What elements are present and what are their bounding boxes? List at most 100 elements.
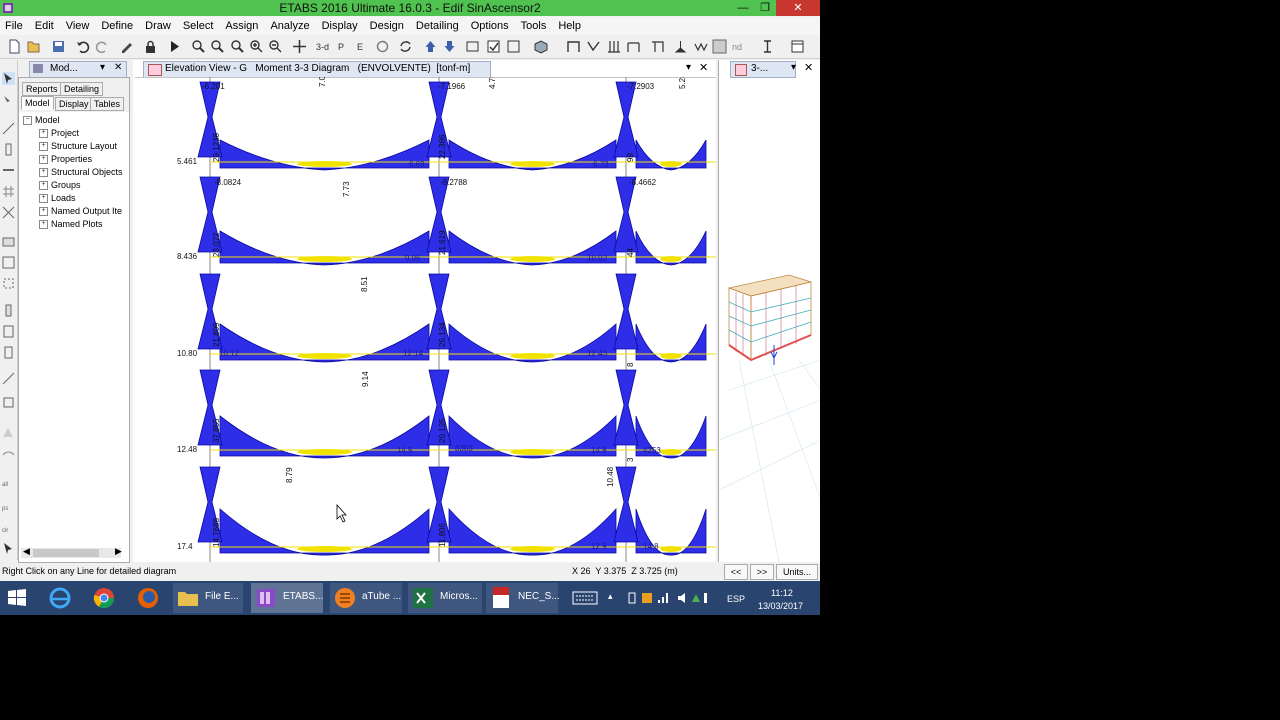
scroll-right-icon[interactable]: ▶ — [115, 546, 122, 557]
undo-icon[interactable] — [75, 39, 90, 54]
lock-icon[interactable] — [143, 39, 158, 54]
pan-icon[interactable] — [292, 39, 307, 54]
draw-wall-stack-icon[interactable] — [2, 325, 15, 338]
elevation-view-tab[interactable]: Elevation View - G Moment 3-3 Diagram (E… — [143, 61, 491, 78]
tree-item-properties[interactable]: + Properties — [23, 153, 123, 166]
menu-draw[interactable]: Draw — [140, 20, 178, 32]
draw-frame-icon[interactable] — [566, 39, 581, 54]
zoom-in-icon[interactable] — [249, 39, 264, 54]
deformed-shape-icon[interactable] — [712, 39, 727, 54]
3d-view-icon[interactable]: 3-d — [316, 39, 331, 54]
menu-options[interactable]: Options — [466, 20, 516, 32]
previous-button[interactable]: << — [724, 564, 748, 580]
close-window-button[interactable]: ✕ — [776, 0, 820, 16]
restore-button[interactable]: ❐ — [754, 0, 776, 16]
menu-analyze[interactable]: Analyze — [265, 20, 316, 32]
menu-display[interactable]: Display — [317, 20, 365, 32]
tab-display[interactable]: Display — [55, 97, 93, 111]
tab-model[interactable]: Model — [21, 96, 54, 110]
3d-view-tab[interactable]: 3-... — [730, 61, 796, 78]
draw-area-icon[interactable] — [2, 256, 15, 269]
units-button[interactable]: Units... — [776, 564, 818, 580]
tab-tables[interactable]: Tables — [90, 97, 125, 111]
zoom-previous-icon[interactable] — [230, 39, 245, 54]
tree-item-structure-layout[interactable]: + Structure Layout — [23, 140, 123, 153]
internet-explorer-button[interactable] — [44, 583, 76, 613]
keyboard-icon[interactable] — [572, 591, 598, 605]
tray-icons[interactable] — [628, 591, 708, 605]
refresh-icon[interactable] — [398, 39, 413, 54]
draw-brace-side-icon[interactable] — [2, 206, 15, 219]
tab-close-icon[interactable]: ✕ — [114, 62, 122, 73]
menu-tools[interactable]: Tools — [516, 20, 554, 32]
nd-toggle-icon[interactable]: nd — [731, 39, 746, 54]
clock-date[interactable]: 13/03/2017 — [758, 601, 803, 611]
save-icon[interactable] — [51, 39, 66, 54]
tree-item-structural-objects[interactable]: + Structural Objects — [23, 166, 123, 179]
tree-horizontal-scrollbar[interactable]: ◀ ▶ — [21, 546, 122, 558]
tree-item-named-plots[interactable]: + Named Plots — [23, 218, 123, 231]
tab-reports[interactable]: Reports — [22, 82, 62, 96]
minimize-button[interactable]: — — [732, 0, 754, 16]
start-button[interactable] — [0, 583, 34, 613]
rotate-icon[interactable] — [375, 39, 390, 54]
expand-icon[interactable]: + — [39, 207, 48, 217]
draw-beam-side-icon[interactable] — [2, 164, 15, 177]
draw-grid-icon[interactable] — [2, 185, 15, 198]
menu-define[interactable]: Define — [96, 20, 140, 32]
model-explorer-tab[interactable]: Mod... ▾ ✕ — [29, 61, 127, 78]
chrome-button[interactable] — [88, 583, 120, 613]
elevation-view-icon[interactable]: E — [356, 39, 371, 54]
menu-select[interactable]: Select — [178, 20, 221, 32]
taskbar-pdf[interactable]: NEC_S... — [486, 583, 560, 613]
draw-wall-side-icon[interactable] — [2, 304, 15, 317]
check-icon[interactable] — [486, 39, 501, 54]
snap-clr-icon[interactable]: clr — [2, 522, 15, 535]
draw-beam-icon[interactable] — [626, 39, 641, 54]
menu-assign[interactable]: Assign — [220, 20, 265, 32]
zoom-extents-icon[interactable] — [210, 39, 225, 54]
reshape-icon[interactable] — [2, 95, 15, 108]
pencil-icon[interactable] — [119, 39, 134, 54]
3d-model-view[interactable] — [718, 60, 820, 563]
3d-view-dropdown-icon[interactable]: ▾ — [791, 62, 796, 73]
tree-item-named-output[interactable]: + Named Output Ite — [23, 205, 123, 218]
draw-opening-icon[interactable] — [2, 277, 15, 290]
show-hidden-icons[interactable]: ▴ — [608, 591, 613, 602]
draw-column-side-icon[interactable] — [2, 143, 15, 156]
moment-diagram-canvas[interactable]: -6.201 7.0 -7.1966 4.753 -7.2903 5.287 5.461 8.… — [135, 77, 716, 562]
next-button[interactable]: >> — [750, 564, 774, 580]
select-pointer-icon[interactable] — [2, 72, 15, 85]
menu-detailing[interactable]: Detailing — [411, 20, 466, 32]
display-options-icon[interactable] — [465, 39, 480, 54]
taskbar-file-explorer[interactable]: File E... — [173, 583, 243, 613]
zoom-out-icon[interactable] — [268, 39, 283, 54]
tab-detailing[interactable]: Detailing — [60, 82, 104, 96]
menu-help[interactable]: Help — [553, 20, 588, 32]
redo-icon[interactable] — [95, 39, 110, 54]
tree-root[interactable]: − Model — [23, 114, 123, 127]
tab-dropdown-icon[interactable]: ▾ — [100, 62, 105, 73]
expand-icon[interactable]: + — [39, 194, 48, 204]
moment-diagram-svg[interactable]: -6.201 7.0 -7.1966 4.753 -7.2903 5.287 5.461 8.… — [135, 77, 716, 562]
3d-view-close-icon[interactable]: ✕ — [804, 61, 813, 74]
plan-view-icon[interactable]: P — [337, 39, 352, 54]
scroll-left-icon[interactable]: ◀ — [23, 546, 30, 557]
assign-icon[interactable] — [506, 39, 521, 54]
new-file-icon[interactable] — [7, 39, 22, 54]
draw-dimension-icon[interactable] — [2, 426, 15, 439]
snap-pointer-icon[interactable] — [2, 542, 15, 555]
draw-column-icon[interactable] — [606, 39, 621, 54]
snap-ps-icon[interactable]: ps — [2, 500, 15, 513]
text-cursor-icon[interactable] — [760, 39, 775, 54]
tree-item-project[interactable]: + Project — [23, 127, 123, 140]
snap-all-icon[interactable]: all — [2, 476, 15, 489]
expand-icon[interactable]: + — [39, 168, 48, 178]
menu-design[interactable]: Design — [365, 20, 411, 32]
menu-view[interactable]: View — [61, 20, 97, 32]
object-shape-icon[interactable] — [533, 39, 548, 54]
taskbar-atube[interactable]: aTube ... — [330, 583, 402, 613]
expand-icon[interactable]: + — [39, 142, 48, 152]
assign-support-icon[interactable] — [673, 39, 688, 54]
assign-load-icon[interactable] — [693, 39, 708, 54]
